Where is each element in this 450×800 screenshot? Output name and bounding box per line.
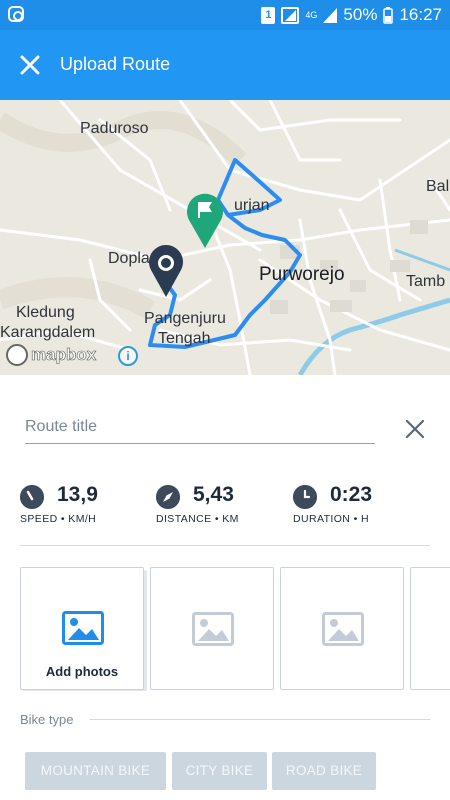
speed-value: 13,9	[57, 483, 98, 506]
add-photos-label: Add photos	[45, 664, 119, 679]
photo-slot[interactable]	[280, 567, 404, 690]
bike-type-city[interactable]: CITY BIKE	[172, 752, 267, 790]
photo-strip[interactable]: Add photos	[20, 567, 450, 691]
bike-type-mountain[interactable]: MOUNTAIN BIKE	[25, 752, 166, 790]
map-label: Tamb	[406, 273, 446, 290]
distance-label: DISTANCE • KM	[156, 513, 239, 525]
map-label: Pangenjuru	[144, 310, 226, 327]
map-label: Bal	[426, 178, 450, 195]
duration-value: 0:23	[330, 483, 373, 506]
instagram-icon	[8, 6, 24, 22]
route-title-input[interactable]	[25, 418, 375, 436]
route-stats: 13,9 SPEED • KM/H 5,43 DISTANCE • KM 0:2…	[20, 483, 440, 528]
mapbox-logo[interactable]: mapbox	[6, 344, 96, 366]
map-label: Purworejo	[259, 264, 345, 285]
add-photos-button[interactable]: Add photos	[20, 567, 144, 690]
map-label: Paduroso	[80, 120, 149, 137]
divider	[20, 545, 430, 546]
route-title-field[interactable]	[25, 412, 375, 444]
network-type: 4G	[305, 9, 318, 20]
close-icon	[405, 419, 425, 439]
signal-strength-icon	[323, 7, 338, 23]
mapbox-wordmark: mapbox	[31, 345, 97, 365]
image-placeholder-icon	[192, 612, 234, 646]
status-bar: 1 4G 50% 16:27	[0, 0, 450, 30]
clock-icon	[293, 485, 317, 509]
bike-type-road[interactable]: ROAD BIKE	[272, 752, 376, 790]
sim-icon: 1	[261, 6, 276, 24]
speed-label: SPEED • KM/H	[20, 513, 97, 525]
map-label: Karangdalem	[0, 324, 96, 341]
battery-percent: 50%	[343, 5, 378, 24]
speedometer-icon	[20, 485, 44, 509]
map-label: Tengah	[158, 330, 211, 347]
add-photo-icon	[62, 611, 104, 645]
bike-type-label: Bike type	[20, 712, 74, 727]
info-icon[interactable]: i	[118, 346, 138, 366]
compass-icon	[156, 485, 180, 509]
close-button[interactable]	[14, 49, 46, 81]
status-indicators: 1 4G 50% 16:27	[261, 5, 442, 25]
distance-value: 5,43	[193, 483, 234, 506]
photo-slot[interactable]	[410, 567, 450, 690]
battery-icon	[383, 6, 394, 24]
clock-time: 16:27	[399, 5, 442, 24]
signal-icon	[281, 6, 300, 24]
photo-slot[interactable]	[150, 567, 274, 690]
mapbox-icon	[6, 344, 28, 366]
image-placeholder-icon	[322, 612, 364, 646]
map-label: Dopla	[108, 250, 150, 267]
app-bar: Upload Route	[0, 30, 450, 100]
close-icon	[20, 55, 40, 75]
route-map[interactable]: Paduroso Bal urjan Dopla Purworejo Tamb …	[0, 100, 450, 375]
clear-title-button[interactable]	[402, 416, 428, 442]
divider	[90, 719, 430, 720]
page-title: Upload Route	[60, 54, 171, 74]
map-label: Kledung	[16, 304, 75, 321]
duration-label: DURATION • H	[293, 513, 369, 525]
map-label: urjan	[234, 197, 270, 214]
